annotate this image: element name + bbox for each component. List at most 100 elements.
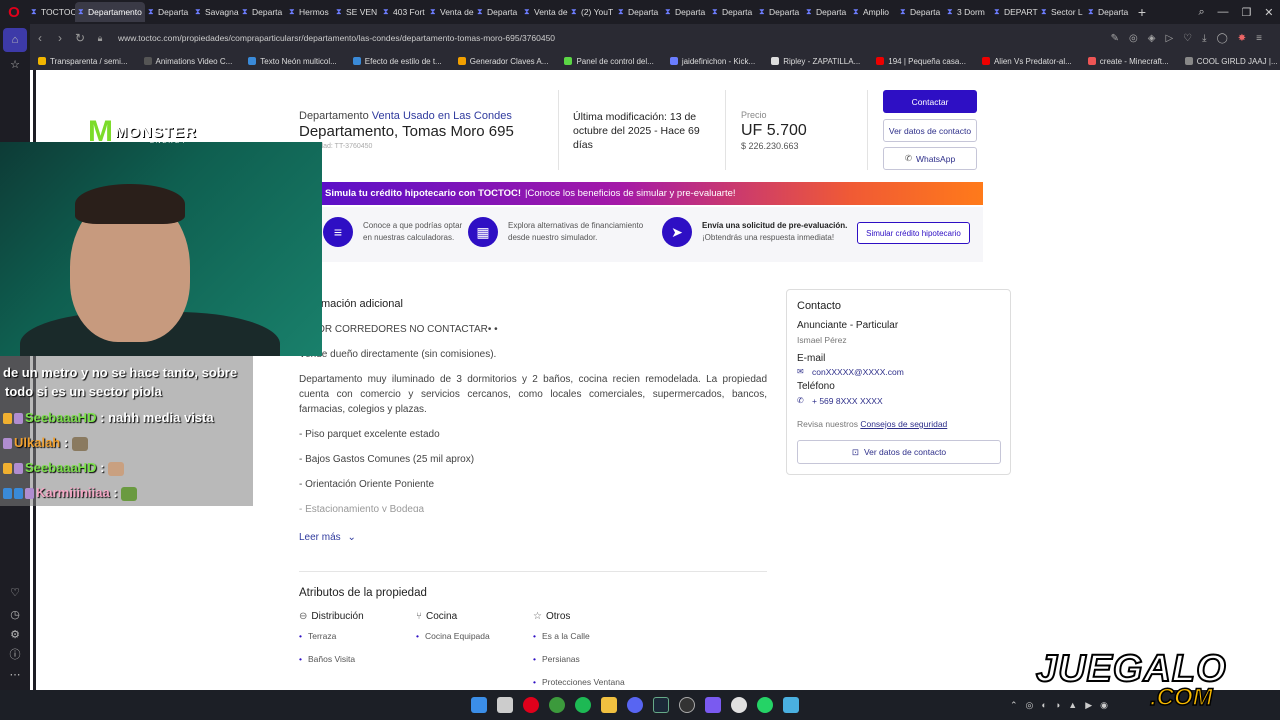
- folder-icon[interactable]: [601, 697, 617, 713]
- browser-tab[interactable]: ⧗ TOCTOC: [28, 2, 75, 22]
- obs-icon[interactable]: [679, 697, 695, 713]
- browser-tab[interactable]: ⧗ Departamento: [75, 2, 145, 22]
- browser-tab[interactable]: ⧗ (2) YouT: [568, 2, 615, 22]
- browser-tab[interactable]: ⧗ Amplio: [850, 2, 897, 22]
- browser-tab[interactable]: ⧗ SE VEN: [333, 2, 380, 22]
- bookmark-item[interactable]: COOL GIRLD JAAJ |...: [1184, 57, 1278, 66]
- view-contact-card-button[interactable]: ⊡ Ver datos de contacto: [797, 440, 1001, 464]
- bookmark-item[interactable]: Panel de control del...: [564, 57, 654, 66]
- simulate-credit-button[interactable]: Simular crédito hipotecario: [857, 222, 970, 244]
- close-icon[interactable]: ✕: [1264, 6, 1273, 19]
- browser-tab[interactable]: ⧗ DEPART: [991, 2, 1038, 22]
- monster-logo: M MONSTER ENERGY: [88, 112, 238, 152]
- easy-setup-icon[interactable]: ≡: [1256, 33, 1262, 44]
- browser-tab[interactable]: ⧗ Departa: [1085, 2, 1132, 22]
- more-icon[interactable]: ⋯: [0, 664, 30, 684]
- tab-favicon-icon: ⧗: [31, 7, 37, 16]
- history-icon[interactable]: ◷: [0, 604, 30, 624]
- steam-icon[interactable]: [653, 697, 669, 713]
- browser-tab[interactable]: ⧗ Departa: [615, 2, 662, 22]
- browser-tab[interactable]: ⧗ Departa: [756, 2, 803, 22]
- tab-favicon-icon: ⧗: [477, 7, 483, 16]
- chat-text: de un metro y no se hace tanto, sobre: [3, 365, 238, 380]
- tray-icon[interactable]: ◑: [1055, 700, 1060, 711]
- mortgage-banner[interactable]: Simula tu crédito hipotecario con TOCTOC…: [321, 182, 983, 205]
- browser-tab[interactable]: ⧗ Sector L: [1038, 2, 1085, 22]
- browser-tab[interactable]: ⧗ 403 Fort: [380, 2, 427, 22]
- browser-tab[interactable]: ⧗ Departa: [239, 2, 286, 22]
- browser-tab[interactable]: ⧗ Departa: [897, 2, 944, 22]
- home-icon[interactable]: ⌂: [3, 28, 27, 52]
- browser-tab[interactable]: ⧗ Departa: [803, 2, 850, 22]
- bookmark-favicon-icon: [248, 57, 257, 65]
- contact-phone[interactable]: + 569 8XXX XXXX: [812, 396, 883, 406]
- back-icon[interactable]: ‹: [30, 31, 50, 45]
- discord-icon[interactable]: [627, 697, 643, 713]
- settings-icon[interactable]: ⚙: [0, 624, 30, 644]
- browser-tab[interactable]: ⧗ Savagna: [192, 2, 239, 22]
- spotify-icon[interactable]: [575, 697, 591, 713]
- chat-line: de un metro y no se hace tanto, sobre: [3, 365, 237, 380]
- shield-icon[interactable]: ◈: [1148, 33, 1156, 44]
- browser-tab[interactable]: ⧗ Venta de: [427, 2, 474, 22]
- heart-sidebar-icon[interactable]: ♡: [0, 580, 30, 604]
- tips-icon[interactable]: ⓘ: [0, 644, 30, 664]
- bookmark-item[interactable]: Alien Vs Predator-al...: [981, 57, 1072, 66]
- bookmark-item[interactable]: create - Minecraft...: [1087, 57, 1169, 66]
- search-tabs-icon[interactable]: ⌕: [1198, 6, 1204, 19]
- bookmark-item[interactable]: Ripley - ZAPATILLA...: [771, 57, 860, 66]
- browser-tab[interactable]: ⧗ Departa: [145, 2, 192, 22]
- browser-tab[interactable]: ⧗ Departa: [474, 2, 521, 22]
- tray-icon[interactable]: ◐: [1041, 700, 1046, 711]
- opera-icon[interactable]: [523, 697, 539, 713]
- opera-logo-icon[interactable]: O: [0, 0, 28, 24]
- bookmark-item[interactable]: jaidefinichon - Kick...: [669, 57, 755, 66]
- crumb-link[interactable]: Venta Usado en Las Condes: [372, 110, 512, 122]
- bookmark-item[interactable]: 194 | Pequeña casa...: [876, 57, 966, 66]
- security-link[interactable]: Consejos de seguridad: [860, 419, 947, 429]
- bookmark-item[interactable]: Efecto de estilo de t...: [352, 57, 442, 66]
- reload-icon[interactable]: ↻: [70, 31, 90, 45]
- contact-button[interactable]: Contactar: [883, 90, 977, 113]
- start-icon[interactable]: [471, 697, 487, 713]
- tray-chevron-icon[interactable]: ⌃: [1010, 700, 1018, 711]
- tray-icon[interactable]: ▲: [1068, 700, 1077, 711]
- new-tab-icon[interactable]: +: [1132, 4, 1152, 20]
- extension-icon[interactable]: ✸: [1238, 33, 1246, 44]
- notes-icon[interactable]: [783, 697, 799, 713]
- edit-icon[interactable]: ✎: [1111, 33, 1119, 44]
- browser-tab[interactable]: ⧗ Venta de: [521, 2, 568, 22]
- contact-email[interactable]: conXXXXX@XXXX.com: [812, 367, 904, 377]
- forward-icon[interactable]: ›: [50, 31, 70, 45]
- tray-icon[interactable]: ◎: [1026, 700, 1034, 711]
- camera-icon[interactable]: ◎: [1129, 33, 1138, 44]
- app-icon[interactable]: [705, 697, 721, 713]
- whatsapp-button[interactable]: ✆ WhatsApp: [883, 147, 977, 170]
- view-contact-button[interactable]: Ver datos de contacto: [883, 119, 977, 142]
- download-icon[interactable]: ⤓: [1202, 33, 1206, 44]
- bookmark-item[interactable]: Texto Neón multicol...: [248, 57, 337, 66]
- play-icon[interactable]: ▷: [1165, 33, 1173, 44]
- browser-tab[interactable]: ⧗ Hermos: [286, 2, 333, 22]
- whatsapp-taskbar-icon[interactable]: [757, 697, 773, 713]
- chat-text: todo si es un sector piola: [5, 384, 162, 399]
- bookmark-item[interactable]: Animations Video C...: [143, 57, 232, 66]
- browser-tab[interactable]: ⧗ Departa: [662, 2, 709, 22]
- bookmark-item[interactable]: Transparenta / semi...: [38, 57, 128, 66]
- taskview-icon[interactable]: [497, 697, 513, 713]
- browser-tab[interactable]: ⧗ 3 Dorm: [944, 2, 991, 22]
- read-more-link[interactable]: Leer más ⌄: [299, 532, 356, 543]
- minimize-icon[interactable]: —: [1218, 6, 1229, 18]
- tray-icon[interactable]: ▶: [1085, 700, 1092, 711]
- heart-icon[interactable]: ♡: [1183, 33, 1192, 44]
- bookmark-item[interactable]: Generador Claves A...: [457, 57, 548, 66]
- url-input[interactable]: www.toctoc.com/propiedades/compraparticu…: [118, 33, 555, 43]
- browser-tab[interactable]: ⧗ Departa: [709, 2, 756, 22]
- app2-icon[interactable]: [731, 697, 747, 713]
- maximize-icon[interactable]: ❐: [1241, 6, 1251, 19]
- xbox-icon[interactable]: [549, 697, 565, 713]
- account-icon[interactable]: ◯: [1217, 33, 1228, 44]
- pinboard-icon[interactable]: ☆: [0, 52, 30, 76]
- tab-favicon-icon: ⧗: [853, 7, 859, 16]
- tray-icon[interactable]: ◉: [1100, 700, 1108, 711]
